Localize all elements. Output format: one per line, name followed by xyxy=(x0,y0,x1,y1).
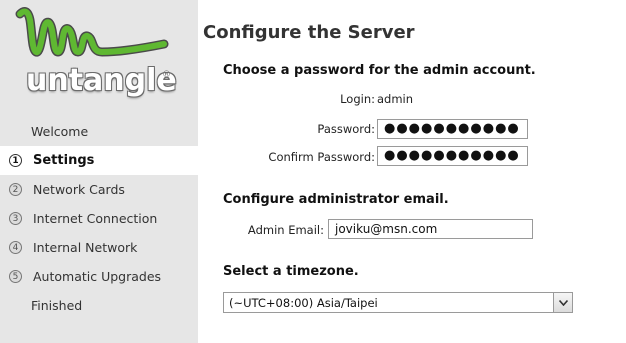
login-label: Login: xyxy=(340,92,375,106)
step-number-icon: 5 xyxy=(9,270,22,283)
password-label: Password: xyxy=(317,122,375,136)
step-label: Internet Connection xyxy=(33,211,158,226)
timezone-section-title: Select a timezone. xyxy=(223,264,359,279)
step-label: Finished xyxy=(31,298,83,313)
sidebar: untangle ® Welcome 1 Settings 2 Network … xyxy=(0,0,198,343)
timezone-selected-value: (~UTC+08:00) Asia/Taipei xyxy=(229,295,378,310)
chevron-down-icon xyxy=(558,299,568,306)
timezone-select[interactable]: (~UTC+08:00) Asia/Taipei xyxy=(223,292,573,313)
step-label: Automatic Upgrades xyxy=(33,269,162,284)
step-welcome[interactable]: Welcome xyxy=(0,117,198,146)
step-network-cards[interactable]: 2 Network Cards xyxy=(0,175,198,204)
admin-email-field[interactable]: joviku@msn.com xyxy=(328,219,533,239)
step-settings[interactable]: 1 Settings xyxy=(0,146,198,175)
confirm-password-label: Confirm Password: xyxy=(268,150,375,164)
step-label: Settings xyxy=(33,153,95,168)
step-label: Internal Network xyxy=(33,240,138,255)
wizard-steps-nav: Welcome 1 Settings 2 Network Cards 3 Int… xyxy=(0,117,198,320)
main-panel: Configure the Server Choose a password f… xyxy=(203,0,626,343)
step-number-icon: 1 xyxy=(9,154,22,167)
step-label: Welcome xyxy=(31,124,89,139)
login-value: admin xyxy=(377,92,414,106)
logo-wordmark: untangle xyxy=(26,63,177,98)
step-internet-connection[interactable]: 3 Internet Connection xyxy=(0,204,198,233)
step-label: Network Cards xyxy=(33,182,125,197)
step-number-icon: 2 xyxy=(9,183,22,196)
email-section-title: Configure administrator email. xyxy=(223,192,449,207)
step-number-icon: 4 xyxy=(9,241,22,254)
registered-mark: ® xyxy=(162,70,171,80)
step-finished[interactable]: Finished xyxy=(0,291,198,320)
dropdown-button[interactable] xyxy=(553,293,572,312)
confirm-password-field[interactable]: ●●●●●●●●●●● xyxy=(377,146,528,166)
step-automatic-upgrades[interactable]: 5 Automatic Upgrades xyxy=(0,262,198,291)
step-internal-network[interactable]: 4 Internal Network xyxy=(0,233,198,262)
admin-email-label: Admin Email: xyxy=(247,223,324,237)
password-section-title: Choose a password for the admin account. xyxy=(223,63,536,78)
untangle-logo: untangle ® xyxy=(14,6,184,106)
password-field[interactable]: ●●●●●●●●●●● xyxy=(377,119,528,139)
step-number-icon: 3 xyxy=(9,212,22,225)
page-title: Configure the Server xyxy=(203,22,415,43)
